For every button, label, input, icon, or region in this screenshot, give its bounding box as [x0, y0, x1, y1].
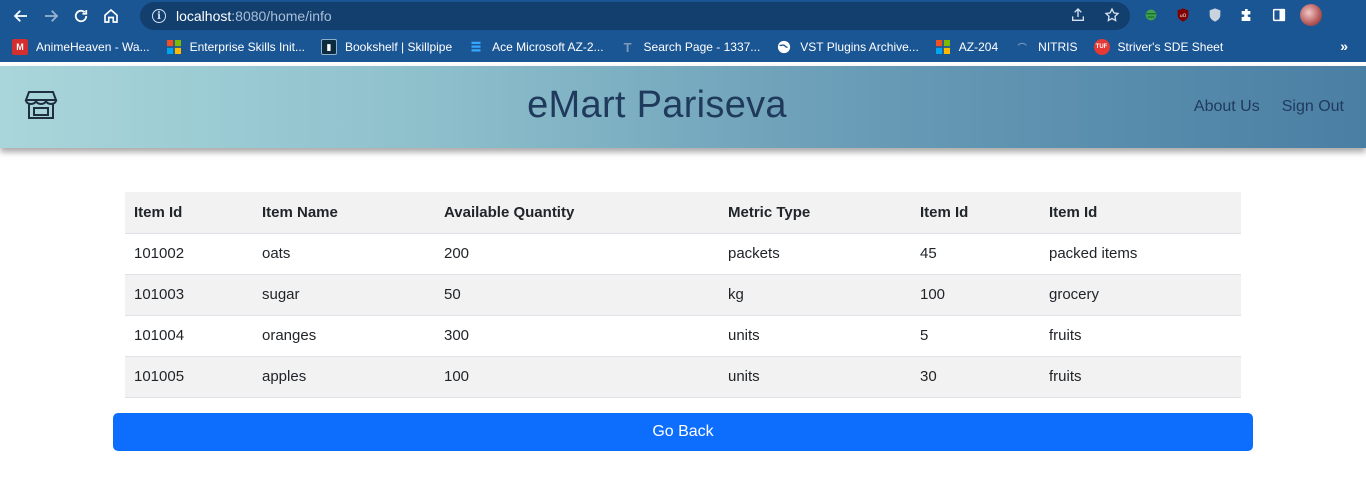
table-cell: oats: [253, 233, 435, 275]
search-page-icon: T: [623, 39, 632, 55]
column-header: Metric Type: [719, 192, 911, 234]
bookmark-star-icon[interactable]: [1104, 7, 1120, 28]
table-cell: 100: [435, 356, 719, 398]
bookmark-item[interactable]: ▮ Bookshelf | Skillpipe: [320, 39, 452, 55]
table-cell: 101002: [125, 233, 253, 275]
bookmark-item[interactable]: Enterprise Skills Init...: [166, 39, 305, 55]
back-arrow-icon[interactable]: [6, 1, 36, 31]
sign-out-link[interactable]: Sign Out: [1282, 98, 1344, 116]
bookmark-item[interactable]: TUF Striver's SDE Sheet: [1093, 39, 1223, 55]
column-header: Available Quantity: [435, 192, 719, 234]
share-icon[interactable]: [1070, 7, 1086, 28]
more-bookmarks-icon[interactable]: »: [1340, 38, 1348, 54]
bookmarks-bar: M AnimeHeaven - Wa... Enterprise Skills …: [0, 32, 1366, 62]
animeheaven-icon: M: [12, 39, 28, 55]
table-cell: 200: [435, 233, 719, 275]
table-cell: 101004: [125, 315, 253, 357]
about-us-link[interactable]: About Us: [1194, 98, 1260, 116]
table-cell: 100: [911, 274, 1040, 316]
table-row: 101002 oats 200 packets 45 packed items: [125, 233, 1241, 275]
bookmark-item[interactable]: ⌒ NITRIS: [1014, 39, 1078, 55]
items-table: Item Id Item Name Available Quantity Met…: [125, 192, 1241, 398]
takeuforward-icon: TUF: [1093, 39, 1110, 55]
microsoft-icon: [166, 39, 182, 55]
table-cell: oranges: [253, 315, 435, 357]
svg-text:uO: uO: [1180, 13, 1187, 19]
go-back-button[interactable]: Go Back: [113, 413, 1253, 451]
table-cell: sugar: [253, 274, 435, 316]
side-panel-icon[interactable]: [1268, 4, 1290, 26]
table-cell: 300: [435, 315, 719, 357]
table-row: 101003 sugar 50 kg 100 grocery: [125, 274, 1241, 316]
globe-icon: [776, 39, 792, 55]
table-cell: packed items: [1040, 233, 1241, 275]
table-row: 101005 apples 100 units 30 fruits: [125, 356, 1241, 398]
bookshelf-icon: ▮: [320, 39, 337, 55]
table-cell: units: [719, 356, 911, 398]
ublock-icon[interactable]: uO: [1172, 4, 1194, 26]
nitris-icon: ⌒: [1017, 42, 1027, 53]
table-cell: fruits: [1040, 315, 1241, 357]
table-cell: 5: [911, 315, 1040, 357]
table-cell: grocery: [1040, 274, 1241, 316]
table-cell: apples: [253, 356, 435, 398]
table-cell: 50: [435, 274, 719, 316]
browser-toolbar: i localhost:8080/home/info uO: [0, 0, 1366, 32]
bookmark-item[interactable]: Ace Microsoft AZ-2...: [468, 39, 604, 55]
column-header: Item Name: [253, 192, 435, 234]
bookmark-item[interactable]: AZ-204: [935, 39, 998, 55]
app-header: eMart Pariseva About Us Sign Out: [0, 66, 1366, 148]
column-header: Item Id: [125, 192, 253, 234]
table-cell: fruits: [1040, 356, 1241, 398]
column-header: Item Id: [1040, 192, 1241, 234]
brand-title: eMart Pariseva: [527, 84, 787, 126]
home-icon[interactable]: [96, 1, 126, 31]
table-cell: units: [719, 315, 911, 357]
forward-arrow-icon[interactable]: [36, 1, 66, 31]
table-header-row: Item Id Item Name Available Quantity Met…: [125, 192, 1241, 234]
reload-icon[interactable]: [66, 1, 96, 31]
table-cell: 30: [911, 356, 1040, 398]
azure-icon: [468, 39, 484, 55]
extension-globe-icon[interactable]: [1140, 4, 1162, 26]
table-cell: packets: [719, 233, 911, 275]
microsoft-icon: [935, 39, 951, 55]
extensions-puzzle-icon[interactable]: [1236, 4, 1258, 26]
bookmark-item[interactable]: T Search Page - 1337...: [620, 39, 761, 55]
bookmark-item[interactable]: VST Plugins Archive...: [776, 39, 919, 55]
bookmark-item[interactable]: M AnimeHeaven - Wa...: [12, 39, 150, 55]
column-header: Item Id: [911, 192, 1040, 234]
profile-avatar[interactable]: [1300, 4, 1322, 26]
address-bar[interactable]: i localhost:8080/home/info: [140, 2, 1130, 30]
site-info-icon[interactable]: i: [152, 9, 166, 23]
table-cell: 101005: [125, 356, 253, 398]
address-url: localhost:8080/home/info: [176, 8, 332, 24]
table-cell: 101003: [125, 274, 253, 316]
table-cell: kg: [719, 274, 911, 316]
table-cell: 45: [911, 233, 1040, 275]
table-row: 101004 oranges 300 units 5 fruits: [125, 315, 1241, 357]
shield-icon[interactable]: [1204, 4, 1226, 26]
